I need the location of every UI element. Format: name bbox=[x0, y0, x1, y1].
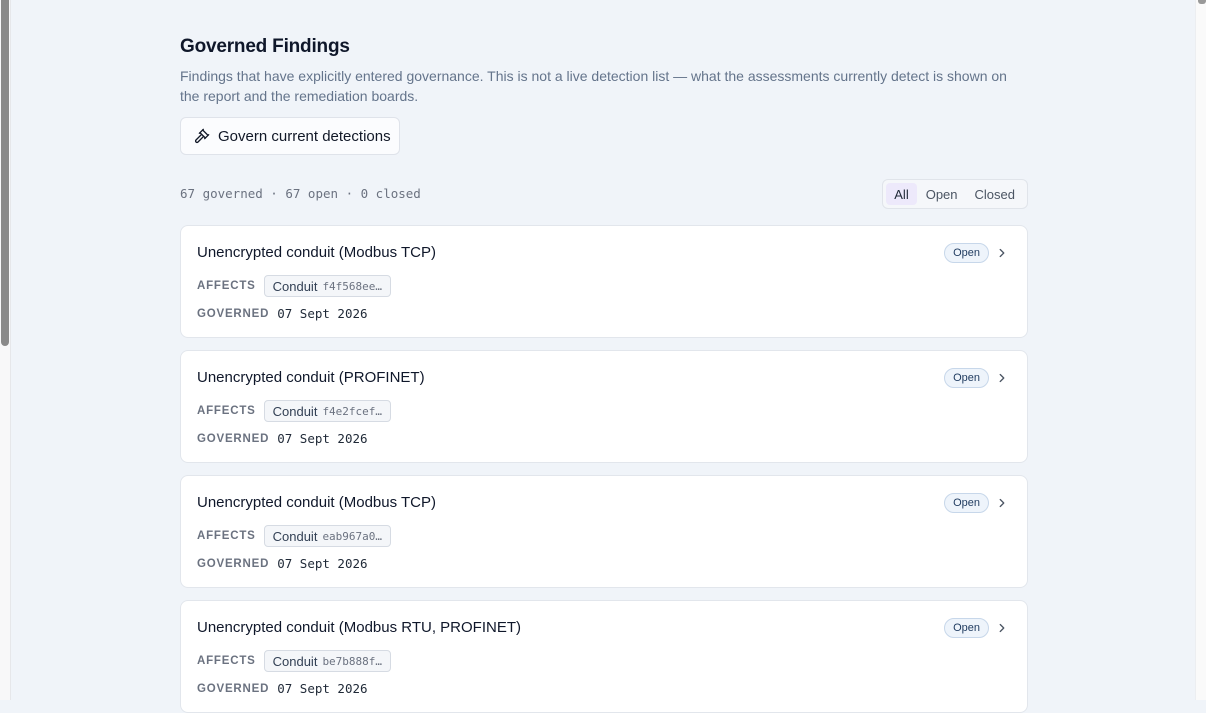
finding-title: Unencrypted conduit (PROFINET) bbox=[197, 369, 425, 386]
affects-row: AFFECTS Conduit f4e2fcef… bbox=[197, 400, 392, 422]
status-filter: All Open Closed bbox=[882, 179, 1028, 209]
affects-label: AFFECTS bbox=[197, 405, 256, 417]
right-scrollbar-thumb[interactable] bbox=[1198, 0, 1206, 4]
left-scrollbar[interactable] bbox=[1, 0, 9, 346]
conduit-id: be7b888f… bbox=[322, 654, 383, 668]
affects-label: AFFECTS bbox=[197, 280, 256, 292]
finding-card[interactable]: Unencrypted conduit (Modbus TCP) Open AF… bbox=[180, 475, 1028, 588]
status-badge: Open bbox=[944, 243, 989, 263]
conduit-chip-label: Conduit bbox=[272, 528, 318, 544]
governed-row: GOVERNED 07 Sept 2026 bbox=[197, 556, 368, 571]
status-badge: Open bbox=[944, 618, 989, 638]
governed-date: 07 Sept 2026 bbox=[277, 431, 368, 446]
filter-open-button[interactable]: Open bbox=[918, 183, 966, 205]
conduit-chip[interactable]: Conduit be7b888f… bbox=[263, 650, 392, 672]
affects-row: AFFECTS Conduit eab967a0… bbox=[197, 525, 392, 547]
governed-row: GOVERNED 07 Sept 2026 bbox=[197, 431, 368, 446]
governed-date: 07 Sept 2026 bbox=[277, 681, 368, 696]
findings-summary: 67 governed · 67 open · 0 closed bbox=[180, 186, 421, 201]
governed-row: GOVERNED 07 Sept 2026 bbox=[197, 681, 368, 696]
governed-date: 07 Sept 2026 bbox=[277, 556, 368, 571]
chevron-right-icon[interactable] bbox=[995, 496, 1009, 510]
affects-row: AFFECTS Conduit be7b888f… bbox=[197, 650, 392, 672]
filter-all-button[interactable]: All bbox=[886, 183, 917, 205]
chevron-right-icon[interactable] bbox=[995, 371, 1009, 385]
govern-button-label: Govern current detections bbox=[218, 127, 391, 145]
filter-closed-button[interactable]: Closed bbox=[967, 183, 1023, 205]
conduit-chip-label: Conduit bbox=[272, 653, 318, 669]
gavel-icon bbox=[194, 128, 210, 144]
finding-title: Unencrypted conduit (Modbus RTU, PROFINE… bbox=[197, 619, 522, 636]
affects-label: AFFECTS bbox=[197, 530, 256, 542]
affects-label: AFFECTS bbox=[197, 655, 256, 667]
page-title: Governed Findings bbox=[180, 36, 350, 57]
conduit-chip[interactable]: Conduit eab967a0… bbox=[263, 525, 392, 547]
conduit-id: f4f568ee… bbox=[322, 279, 383, 293]
status-badge: Open bbox=[944, 368, 989, 388]
conduit-id: f4e2fcef… bbox=[322, 404, 383, 418]
right-scrollbar-track[interactable] bbox=[1195, 0, 1206, 700]
conduit-chip-label: Conduit bbox=[272, 278, 318, 294]
conduit-id: eab967a0… bbox=[322, 529, 383, 543]
finding-card[interactable]: Unencrypted conduit (PROFINET) Open AFFE… bbox=[180, 350, 1028, 463]
affects-row: AFFECTS Conduit f4f568ee… bbox=[197, 275, 392, 297]
governed-label: GOVERNED bbox=[197, 682, 270, 695]
page-description: Findings that have explicitly entered go… bbox=[180, 68, 1007, 104]
chevron-right-icon[interactable] bbox=[995, 621, 1009, 635]
conduit-chip-label: Conduit bbox=[272, 403, 318, 419]
status-badge: Open bbox=[944, 493, 989, 513]
finding-title: Unencrypted conduit (Modbus TCP) bbox=[197, 494, 437, 511]
governed-row: GOVERNED 07 Sept 2026 bbox=[197, 306, 368, 321]
govern-current-detections-button[interactable]: Govern current detections bbox=[180, 117, 400, 155]
conduit-chip[interactable]: Conduit f4e2fcef… bbox=[263, 400, 392, 422]
governed-label: GOVERNED bbox=[197, 307, 270, 320]
finding-title: Unencrypted conduit (Modbus TCP) bbox=[197, 244, 437, 261]
left-panel-edge bbox=[0, 0, 11, 700]
governed-date: 07 Sept 2026 bbox=[277, 306, 368, 321]
conduit-chip[interactable]: Conduit f4f568ee… bbox=[263, 275, 392, 297]
finding-card[interactable]: Unencrypted conduit (Modbus TCP) Open AF… bbox=[180, 225, 1028, 338]
chevron-right-icon[interactable] bbox=[995, 246, 1009, 260]
governed-label: GOVERNED bbox=[197, 557, 270, 570]
finding-card[interactable]: Unencrypted conduit (Modbus RTU, PROFINE… bbox=[180, 600, 1028, 713]
governed-label: GOVERNED bbox=[197, 432, 270, 445]
